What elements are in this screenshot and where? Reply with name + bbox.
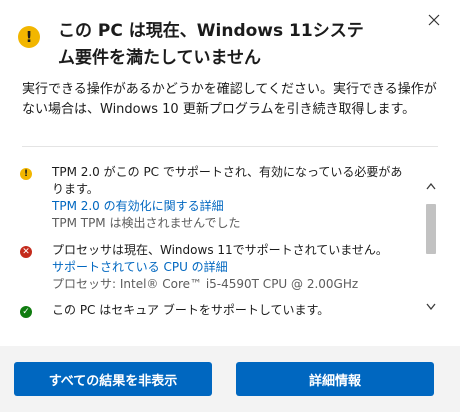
more-details-button[interactable]: 詳細情報 [236, 362, 434, 396]
close-icon[interactable] [422, 8, 446, 32]
check-icon: ✓ [20, 306, 32, 318]
result-text: TPM 2.0 がこの PC でサポートされ、有効になっている必要があります。 [52, 165, 403, 196]
scrollbar[interactable] [422, 178, 440, 318]
chevron-up-icon[interactable] [422, 178, 440, 194]
tpm-details-link[interactable]: TPM 2.0 の有効化に関する詳細 [52, 198, 412, 215]
result-detail: TPM TPM は検出されませんでした [52, 216, 241, 230]
scrollbar-thumb[interactable] [426, 204, 436, 254]
error-icon: ✕ [20, 246, 32, 258]
result-detail: プロセッサ: Intel® Core™ i5-4590T CPU @ 2.00G… [52, 277, 359, 291]
warning-icon: ! [20, 168, 32, 180]
dialog-footer: すべての結果を非表示 詳細情報 [0, 346, 460, 412]
cpu-details-link[interactable]: サポートされている CPU の詳細 [52, 259, 412, 276]
hide-all-results-button[interactable]: すべての結果を非表示 [14, 362, 212, 396]
dialog-description: 実行できる操作があるかどうかを確認してください。実行できる操作がない場合は、Wi… [22, 82, 437, 117]
dialog-title: この PC は現在、Windows 11システム要件を満たしていません [58, 21, 364, 68]
result-text: プロセッサは現在、Windows 11でサポートされていません。 [52, 243, 388, 257]
result-text: この PC はセキュア ブートをサポートしています。 [52, 303, 330, 317]
dialog-header: ! この PC は現在、Windows 11システム要件を満たしていません [0, 0, 460, 70]
divider [22, 146, 438, 147]
warning-icon: ! [18, 26, 40, 48]
chevron-down-icon[interactable] [422, 298, 440, 314]
results-list[interactable]: ! TPM 2.0 がこの PC でサポートされ、有効になっている必要があります… [0, 156, 420, 326]
